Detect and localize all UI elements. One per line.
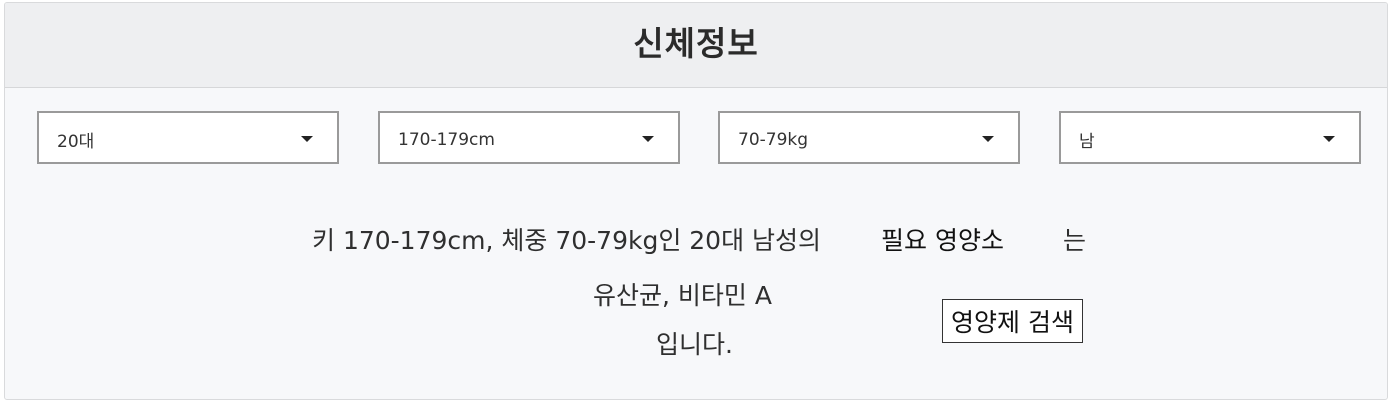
result-sentence-particle: 는 bbox=[1063, 226, 1087, 255]
panel-title: 신체정보 bbox=[633, 24, 759, 63]
height-select[interactable]: 170-179cm bbox=[378, 111, 680, 164]
panel-header: 신체정보 bbox=[5, 3, 1387, 88]
weight-select[interactable]: 70-79kg bbox=[718, 111, 1020, 164]
age-select[interactable]: 20대 bbox=[37, 111, 339, 164]
weight-select-value: 70-79kg bbox=[738, 129, 809, 150]
caret-down-icon bbox=[301, 135, 313, 142]
nutrient-list: 유산균, 비타민 A bbox=[593, 281, 772, 310]
supplement-search-button[interactable]: 영양제 검색 bbox=[942, 299, 1083, 343]
result-sentence-prefix: 키 170-179cm, 체중 70-79kg인 20대 남성의 bbox=[312, 226, 822, 255]
height-select-value: 170-179cm bbox=[398, 129, 495, 150]
required-nutrients-label: 필요 영양소 bbox=[881, 226, 1004, 255]
caret-down-icon bbox=[982, 135, 994, 142]
caret-down-icon bbox=[1323, 135, 1335, 142]
gender-select[interactable]: 남 bbox=[1059, 111, 1361, 164]
caret-down-icon bbox=[642, 135, 654, 142]
result-sentence-ending: 입니다. bbox=[656, 330, 733, 359]
age-select-value: 20대 bbox=[57, 132, 95, 152]
body-info-panel: 신체정보 20대 170-179cm 70-79kg 남 키 170-179cm… bbox=[4, 2, 1388, 400]
gender-select-value: 남 bbox=[1079, 132, 1095, 152]
